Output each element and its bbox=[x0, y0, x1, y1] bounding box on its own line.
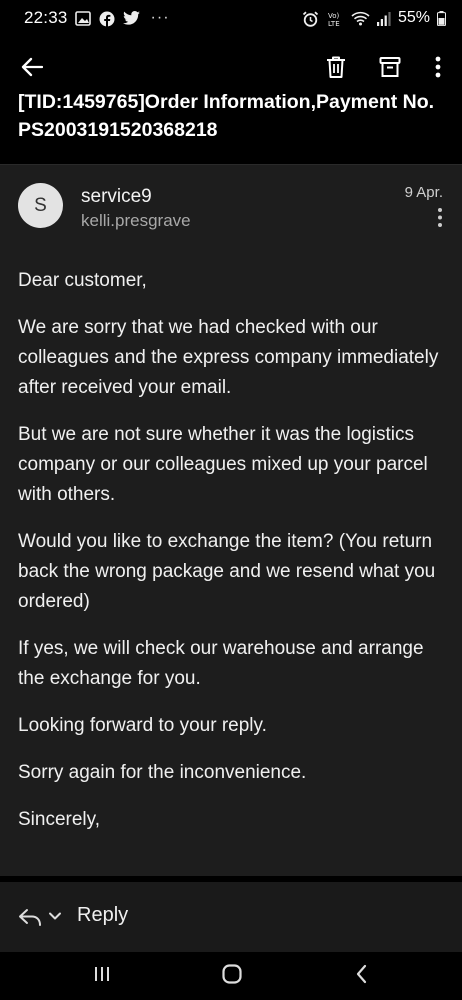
reply-icon[interactable] bbox=[18, 907, 42, 927]
message-date: 9 Apr. bbox=[404, 184, 443, 201]
back-arrow-icon[interactable] bbox=[12, 47, 52, 87]
reply-button[interactable]: Reply bbox=[77, 904, 128, 927]
email-subject-area: [TID:1459765]Order Information,Payment N… bbox=[0, 84, 462, 164]
reply-bar[interactable] bbox=[0, 882, 462, 952]
email-subject: [TID:1459765]Order Information,Payment N… bbox=[18, 91, 435, 141]
more-notifications-indicator: ··· bbox=[150, 9, 170, 26]
wifi-icon bbox=[351, 11, 370, 26]
svg-text:Vo): Vo) bbox=[328, 12, 340, 20]
status-bar: 22:33 ··· Vo) LTE 55% bbox=[0, 0, 462, 36]
gallery-icon bbox=[74, 10, 92, 26]
chevron-down-icon[interactable] bbox=[48, 909, 62, 923]
home-icon[interactable] bbox=[217, 962, 247, 986]
message-paragraph: If yes, we will check our warehouse and … bbox=[18, 638, 424, 689]
alarm-icon bbox=[302, 11, 319, 27]
sender-email[interactable]: kelli.presgrave bbox=[81, 211, 191, 231]
back-icon[interactable] bbox=[347, 962, 377, 986]
archive-icon[interactable] bbox=[370, 47, 410, 87]
avatar[interactable]: S bbox=[18, 183, 63, 228]
facebook-icon bbox=[99, 11, 116, 27]
battery-icon bbox=[437, 10, 446, 26]
message-paragraph: Would you like to exchange the item? (Yo… bbox=[18, 531, 436, 612]
message-paragraph: Sorry again for the inconvenience. bbox=[18, 762, 307, 783]
trash-icon[interactable] bbox=[316, 47, 356, 87]
status-left: 22:33 ··· bbox=[24, 8, 170, 28]
message-paragraph: Dear customer, bbox=[18, 270, 147, 291]
signal-icon bbox=[376, 11, 391, 26]
message-paragraph: Looking forward to your reply. bbox=[18, 715, 267, 736]
status-right: Vo) LTE 55% bbox=[302, 9, 446, 28]
message-paragraph: But we are not sure whether it was the l… bbox=[18, 424, 428, 505]
svg-text:LTE: LTE bbox=[328, 20, 340, 27]
recent-apps-icon[interactable] bbox=[87, 962, 117, 986]
volte-icon: Vo) LTE bbox=[326, 11, 344, 28]
message-more-icon[interactable] bbox=[422, 207, 450, 229]
more-vert-icon[interactable] bbox=[418, 47, 458, 87]
message-body: Dear customer, We are sorry that we had … bbox=[18, 266, 448, 852]
message-paragraph: We are sorry that we had checked with ou… bbox=[18, 317, 439, 398]
sender-name[interactable]: service9 bbox=[81, 186, 152, 208]
message-paragraph: Sincerely, bbox=[18, 809, 101, 830]
battery-percent: 55% bbox=[397, 9, 430, 26]
twitter-icon bbox=[122, 10, 140, 26]
status-time: 22:33 bbox=[24, 8, 68, 27]
